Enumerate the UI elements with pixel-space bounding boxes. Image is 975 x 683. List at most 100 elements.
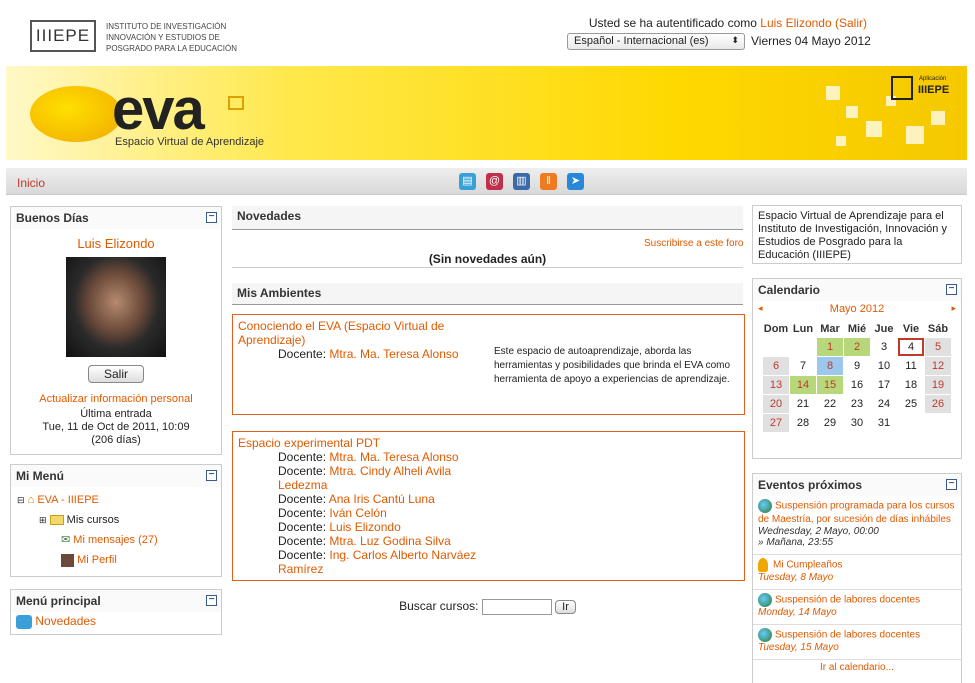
books-icon[interactable]: ▥	[513, 173, 530, 190]
navigation-bar: Inicio ▤ @ ▥ ‖ ➤	[6, 168, 967, 195]
logout-link[interactable]: (Salir)	[835, 16, 867, 30]
search-input[interactable]	[481, 599, 552, 615]
collapse-icon[interactable]: −	[206, 470, 217, 481]
greeting-block: Buenos Días − Luis Elizondo Salir Actual…	[10, 206, 222, 455]
logout-button[interactable]: Salir	[87, 365, 144, 383]
mail-icon[interactable]: @	[486, 173, 503, 190]
app-small-label: Aplicación	[919, 76, 947, 82]
nav-icons: ▤ @ ▥ ‖ ➤	[459, 173, 584, 190]
tree-minus-icon[interactable]: ⊟	[17, 495, 25, 505]
calendar-day: 18	[904, 379, 918, 391]
user-name-link[interactable]: Luis Elizondo	[11, 236, 221, 251]
go-to-calendar-link[interactable]: Ir al calendario...	[753, 660, 961, 673]
update-profile-link[interactable]: Actualizar información personal	[11, 393, 221, 405]
menu-item-courses[interactable]: ⊞ Mis cursos	[17, 510, 215, 530]
forum-icon	[16, 614, 32, 629]
logo-text: IIIEPE	[35, 26, 91, 45]
calendar-day-weekend: 5	[925, 338, 951, 356]
eva-mark-icon	[228, 96, 244, 110]
iiiepe-logo[interactable]: IIIEPE	[30, 20, 96, 52]
event-item[interactable]: Suspensión de labores docentes Monday, 1…	[753, 590, 961, 625]
event-title-link[interactable]: Suspensión programada para los cursos de…	[758, 501, 955, 525]
auth-info: Usted se ha autentificado como Luis Eliz…	[589, 16, 867, 30]
teacher-link[interactable]: Mtra. Ma. Teresa Alonso	[329, 450, 458, 464]
message-icon: ✉	[61, 534, 71, 546]
teacher-label: Docente:	[278, 534, 327, 548]
app-logo-icon	[891, 76, 913, 100]
course-teacher: Docente: Luis Elizondo	[238, 520, 739, 534]
last-entry-days: (206 días)	[91, 434, 141, 446]
event-title-link[interactable]: Suspensión de labores docentes	[775, 630, 920, 641]
menu-item-messages[interactable]: ✉ Mi mensajes (27)	[17, 530, 215, 550]
subscribe-link[interactable]: Suscribirse a este foro	[644, 238, 744, 249]
arrow-icon[interactable]: ➤	[567, 173, 584, 190]
menu-root-link[interactable]: EVA - IIIEPE	[37, 494, 99, 506]
teacher-link[interactable]: Mtra. Luz Godina Silva	[329, 534, 450, 548]
institute-line: INSTITUTO DE INVESTIGACIÓN	[106, 22, 227, 31]
globe-icon	[758, 593, 772, 607]
menu-root-item[interactable]: ⊟ ⌂ EVA - IIIEPE	[17, 490, 215, 510]
calendar-header: Calendario −	[753, 279, 961, 301]
event-date: Tuesday, 15 Mayo	[758, 642, 839, 653]
teacher-link[interactable]: Ana Iris Cantú Luna	[329, 492, 435, 506]
menu-item-profile[interactable]: Mi Perfil	[17, 550, 215, 570]
event-item[interactable]: Suspensión de labores docentes Tuesday, …	[753, 625, 961, 660]
calendar-day-event[interactable]: 1	[817, 338, 843, 356]
calendar-day: 3	[880, 341, 888, 353]
search-go-button[interactable]: Ir	[555, 600, 576, 615]
chat-icon[interactable]: ▤	[459, 173, 476, 190]
language-select[interactable]: Español - Internacional (es) ⬍	[567, 33, 745, 50]
calendar-day	[898, 414, 924, 432]
home-link[interactable]: Inicio	[17, 176, 45, 190]
teacher-link[interactable]: Mtra. Ma. Teresa Alonso	[329, 347, 458, 361]
teacher-link[interactable]: Iván Celón	[329, 506, 386, 520]
event-item[interactable]: Mi Cumpleaños Tuesday, 8 Mayo	[753, 555, 961, 590]
teacher-link[interactable]: Luis Elizondo	[329, 520, 400, 534]
teacher-label: Docente:	[278, 548, 327, 562]
calendar-day: 9	[853, 360, 861, 372]
course-card: Conociendo el EVA (Espacio Virtual de Ap…	[232, 314, 745, 415]
calendar-day: 17	[877, 379, 891, 391]
decor-square	[826, 86, 840, 100]
home-icon: ⌂	[27, 494, 35, 506]
user-avatar[interactable]	[66, 257, 166, 357]
auth-user-link[interactable]: Luis Elizondo	[760, 16, 831, 30]
page: IIIEPE INSTITUTO DE INVESTIGACIÓN INNOVA…	[0, 0, 975, 683]
next-month-icon[interactable]: ▸	[951, 303, 956, 314]
calendar-day: 16	[850, 379, 864, 391]
collapse-icon[interactable]: −	[206, 212, 217, 223]
event-title-link[interactable]: Suspensión de labores docentes	[775, 595, 920, 606]
weekday-label: Jue	[874, 322, 894, 335]
course-title-link[interactable]: Conociendo el EVA (Espacio Virtual de Ap…	[238, 319, 478, 347]
calendar-title: Calendario	[758, 283, 821, 297]
my-menu-header: Mi Menú −	[11, 465, 221, 487]
news-forum-link[interactable]: Novedades	[35, 614, 96, 628]
weekday-label: Dom	[763, 322, 789, 335]
events-header: Eventos próximos −	[753, 474, 961, 496]
collapse-icon[interactable]: −	[946, 479, 957, 490]
greeting-title: Buenos Días	[16, 211, 89, 225]
event-item[interactable]: Suspensión programada para los cursos de…	[753, 496, 961, 555]
decor-square	[866, 121, 882, 137]
collapse-icon[interactable]: −	[946, 284, 957, 295]
globe-icon	[758, 628, 772, 642]
menu-item-label[interactable]: Mi Perfil	[77, 554, 117, 566]
calendar-month-link[interactable]: Mayo 2012	[753, 303, 961, 315]
environments-section-header: Mis Ambientes	[232, 283, 743, 305]
language-value: Español - Internacional (es)	[574, 35, 709, 47]
calendar-day-event[interactable]: 2	[844, 338, 870, 356]
course-title-link[interactable]: Espacio experimental PDT	[238, 436, 739, 450]
tools-icon[interactable]: ‖	[540, 173, 557, 190]
collapse-icon[interactable]: −	[206, 595, 217, 606]
calendar-day-event[interactable]: 8	[817, 357, 843, 375]
menu-item-label[interactable]: Mi mensajes (27)	[73, 534, 157, 546]
calendar-day-event[interactable]: 14	[790, 376, 816, 394]
calendar-day-event[interactable]: 15	[817, 376, 843, 394]
weekday-label: Sáb	[927, 322, 949, 335]
event-title-link[interactable]: Mi Cumpleaños	[773, 560, 842, 571]
last-entry-date: Tue, 11 de Oct de 2011, 10:09	[42, 421, 190, 433]
tree-plus-icon[interactable]: ⊞	[39, 515, 47, 525]
upcoming-events-block: Eventos próximos − Suspensión programada…	[752, 473, 962, 683]
auth-prefix: Usted se ha autentificado como	[588, 16, 757, 30]
calendar-block: Calendario − ◂ Mayo 2012 ▸ Dom Lun Mar M…	[752, 278, 962, 459]
